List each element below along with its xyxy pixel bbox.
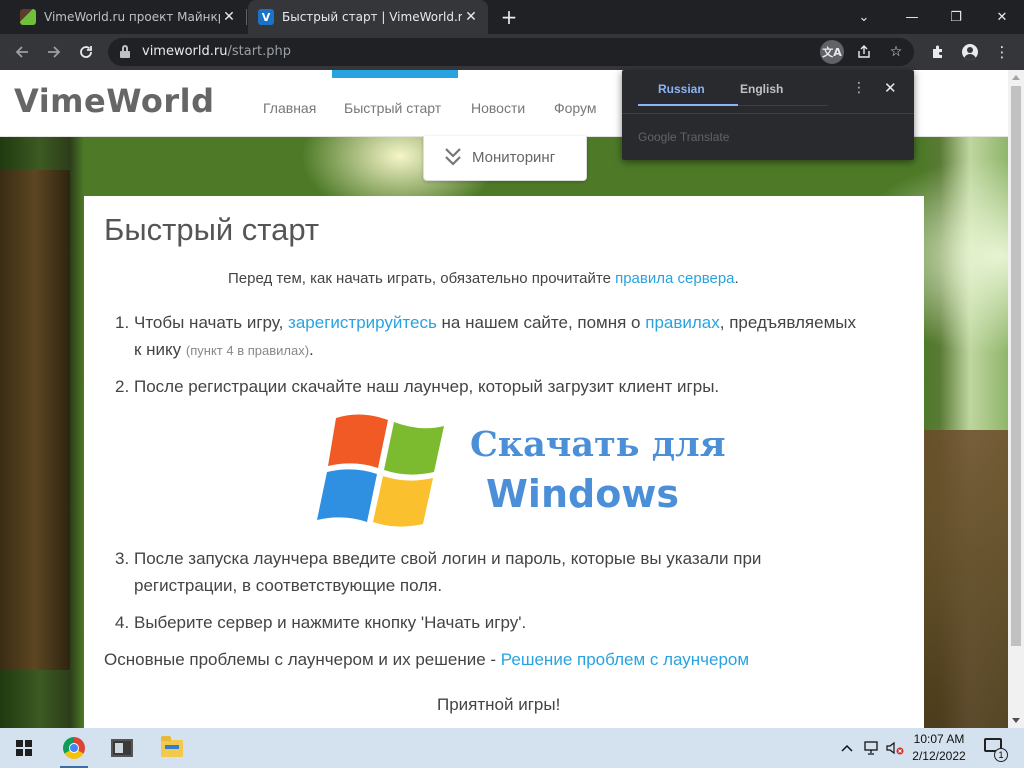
rules-link[interactable]: правилах (645, 313, 720, 332)
monitoring-label: Мониторинг (472, 149, 556, 166)
intro-paragraph: Перед тем, как начать играть, обязательн… (228, 270, 739, 287)
tab-strip: VimeWorld.ru проект Майнкрафт ✕ V Быстры… (0, 0, 1024, 34)
nav-item-forum[interactable]: Форум (554, 100, 597, 116)
minimize-button[interactable]: — (890, 0, 934, 34)
browser-toolbar: vimeworld.ru/start.php 文A ☆ ⋮ (0, 34, 1024, 70)
url-text[interactable]: vimeworld.ru/start.php (142, 44, 291, 59)
chevron-up-icon[interactable] (836, 728, 858, 768)
divider (622, 113, 914, 114)
tab-title: Быстрый старт | VimeWorld.ru - (282, 10, 462, 24)
tab-quick-start[interactable]: V Быстрый старт | VimeWorld.ru - ✕ (248, 0, 488, 34)
tab-english[interactable]: English (740, 82, 783, 96)
network-icon[interactable] (860, 728, 882, 768)
problems-paragraph: Основные проблемы с лаунчером и их решен… (104, 650, 750, 669)
tab-close-icon[interactable]: ✕ (462, 9, 480, 25)
restore-button[interactable]: ❐ (934, 0, 978, 34)
windows-start-icon (16, 740, 32, 756)
volume-muted-icon[interactable] (884, 728, 906, 768)
launcher-problems-link[interactable]: Решение проблем с лаунчером (501, 650, 749, 669)
tab-russian[interactable]: Russian (658, 82, 705, 96)
taskbar-app-window[interactable] (98, 728, 146, 768)
dirt-blocks (924, 430, 1008, 728)
taskbar-file-explorer[interactable] (148, 728, 196, 768)
step-number: 3. (115, 549, 130, 568)
active-tab-underline (638, 104, 738, 106)
download-label-line-2: Windows (486, 472, 680, 516)
content-card: Быстрый старт Перед тем, как начать игра… (84, 196, 924, 728)
chrome-icon (63, 737, 85, 759)
step-3-line-1: После запуска лаунчера введите свой логи… (134, 549, 762, 568)
page-title: Быстрый старт (104, 212, 320, 247)
profile-icon[interactable] (958, 40, 982, 64)
share-icon[interactable] (852, 40, 876, 64)
reload-icon[interactable] (74, 40, 98, 64)
tab-vimeworld-home[interactable]: VimeWorld.ru проект Майнкрафт ✕ (8, 0, 246, 34)
register-link[interactable]: зарегистрируйтесь (288, 313, 437, 332)
nav-item-home[interactable]: Главная (263, 100, 316, 116)
address-bar[interactable]: vimeworld.ru/start.php 文A ☆ (108, 38, 914, 66)
app-window-icon (111, 739, 133, 757)
page-viewport: VimeWorld Главная Быстрый старт Новости … (0, 70, 1008, 728)
windows-logo-icon (317, 414, 444, 527)
windows-taskbar: 10:07 AM 2/12/2022 1 (0, 728, 1024, 768)
notification-count-badge: 1 (994, 748, 1008, 762)
back-icon[interactable] (10, 40, 34, 64)
step-number: 4. (115, 613, 130, 632)
step-1-line-2: к нику (пункт 4 в правилах). (134, 340, 314, 359)
forward-icon[interactable] (42, 40, 66, 64)
start-button[interactable] (0, 728, 48, 768)
close-icon[interactable]: ✕ (884, 79, 897, 97)
translate-icon[interactable]: 文A (820, 40, 844, 64)
scroll-thumb[interactable] (1011, 86, 1021, 646)
active-nav-indicator (332, 70, 458, 78)
step-4-text: Выберите сервер и нажмите кнопку 'Начать… (134, 613, 527, 632)
star-icon[interactable]: ☆ (884, 40, 908, 64)
step-1-line-1: Чтобы начать игру, зарегистрируйтесь на … (134, 313, 856, 332)
clock-time: 10:07 AM (913, 732, 965, 746)
file-explorer-icon (161, 735, 183, 757)
step-2-text: После регистрации скачайте наш лаунчер, … (134, 377, 720, 396)
farewell-text: Приятной игры! (437, 695, 561, 714)
minecraft-favicon-icon (20, 9, 36, 25)
vimeworld-favicon-icon: V (258, 9, 274, 25)
download-windows-button[interactable]: Скачать для Windows (316, 410, 726, 530)
rule-note: (пункт 4 в правилах) (185, 343, 310, 358)
nav-item-quick-start[interactable]: Быстрый старт (344, 100, 441, 116)
system-clock[interactable]: 10:07 AM 2/12/2022 (906, 731, 972, 765)
monitoring-button[interactable]: Мониторинг (423, 136, 587, 181)
translate-popup: Russian English ⋮ ✕ Google Translate (622, 70, 914, 160)
tab-close-icon[interactable]: ✕ (220, 9, 238, 25)
tab-title: VimeWorld.ru проект Майнкрафт (44, 10, 220, 24)
new-tab-button[interactable]: + (498, 6, 520, 28)
google-translate-label: Google Translate (638, 130, 730, 144)
server-rules-link[interactable]: правила сервера (615, 270, 734, 287)
step-number: 2. (115, 377, 130, 396)
step-3-line-2: регистрации, в соответствующие поля. (134, 576, 443, 595)
extensions-icon[interactable] (926, 40, 950, 64)
clock-date: 2/12/2022 (912, 749, 966, 763)
scroll-down-icon[interactable] (1012, 718, 1020, 723)
more-options-icon[interactable]: ⋮ (852, 80, 866, 96)
scroll-up-icon[interactable] (1012, 75, 1020, 80)
nav-item-news[interactable]: Новости (471, 100, 525, 116)
download-label-line-1: Скачать для (470, 424, 726, 465)
taskbar-chrome[interactable] (50, 728, 98, 768)
lock-icon[interactable] (120, 45, 130, 58)
site-logo[interactable]: VimeWorld (14, 82, 215, 120)
tab-search-icon[interactable]: ⌄ (842, 0, 886, 34)
tree-trunk (0, 170, 70, 670)
page-scrollbar[interactable] (1008, 70, 1024, 728)
double-chevron-down-icon (445, 148, 461, 166)
close-window-button[interactable]: ✕ (980, 0, 1024, 34)
menu-icon[interactable]: ⋮ (990, 40, 1014, 64)
step-number: 1. (115, 313, 130, 332)
tab-separator (246, 9, 247, 25)
